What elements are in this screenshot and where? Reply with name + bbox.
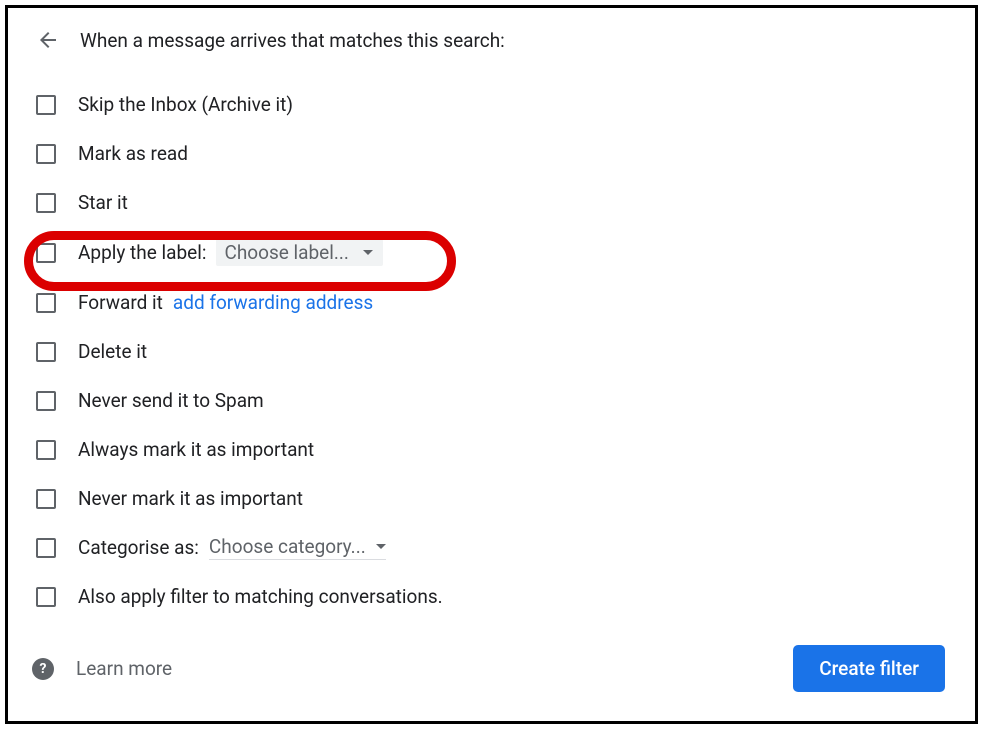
checkbox-star-it[interactable] [36, 193, 56, 213]
add-forwarding-link[interactable]: add forwarding address [173, 291, 373, 314]
option-label: Categorise as: [78, 536, 199, 559]
option-label: Star it [78, 191, 128, 214]
option-mark-read: Mark as read [28, 129, 945, 178]
dropdown-text: Choose category... [209, 535, 366, 558]
checkbox-never-spam[interactable] [36, 391, 56, 411]
chevron-down-icon [363, 250, 373, 255]
option-label: Also apply filter to matching conversati… [78, 585, 443, 608]
option-label: Apply the label: [78, 241, 206, 264]
checkbox-never-important[interactable] [36, 489, 56, 509]
checkbox-always-important[interactable] [36, 440, 56, 460]
category-dropdown[interactable]: Choose category... [209, 535, 386, 560]
checkbox-forward-it[interactable] [36, 293, 56, 313]
checkbox-delete-it[interactable] [36, 342, 56, 362]
option-apply-label: Apply the label: Choose label... [28, 227, 945, 278]
option-label: Always mark it as important [78, 438, 314, 461]
option-label: Never mark it as important [78, 487, 303, 510]
option-star-it: Star it [28, 178, 945, 227]
dropdown-text: Choose label... [224, 241, 348, 264]
option-label: Skip the Inbox (Archive it) [78, 93, 293, 116]
back-arrow-icon[interactable] [36, 28, 60, 52]
help-icon[interactable]: ? [32, 658, 54, 680]
option-delete-it: Delete it [28, 327, 945, 376]
option-label: Never send it to Spam [78, 389, 264, 412]
checkbox-apply-label[interactable] [36, 243, 56, 263]
option-label: Forward it [78, 291, 163, 314]
option-always-important: Always mark it as important [28, 425, 945, 474]
option-never-spam: Never send it to Spam [28, 376, 945, 425]
option-categorise-as: Categorise as: Choose category... [28, 523, 945, 572]
option-label: Mark as read [78, 142, 188, 165]
option-label: Delete it [78, 340, 147, 363]
page-title: When a message arrives that matches this… [80, 29, 505, 52]
checkbox-mark-read[interactable] [36, 144, 56, 164]
option-skip-inbox: Skip the Inbox (Archive it) [28, 80, 945, 129]
checkbox-also-apply[interactable] [36, 587, 56, 607]
option-also-apply: Also apply filter to matching conversati… [28, 572, 945, 621]
create-filter-button[interactable]: Create filter [793, 645, 945, 692]
option-forward-it: Forward it add forwarding address [28, 278, 945, 327]
checkbox-categorise-as[interactable] [36, 538, 56, 558]
option-never-important: Never mark it as important [28, 474, 945, 523]
learn-more-link[interactable]: Learn more [76, 657, 172, 680]
label-dropdown[interactable]: Choose label... [216, 239, 382, 266]
checkbox-skip-inbox[interactable] [36, 95, 56, 115]
chevron-down-icon [376, 544, 386, 549]
